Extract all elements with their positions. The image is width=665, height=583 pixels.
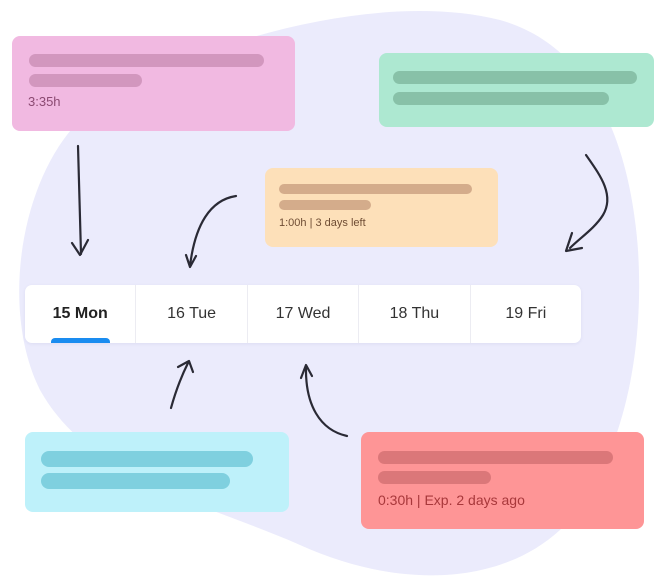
active-tab-indicator bbox=[51, 338, 110, 343]
tab-label: 16 Tue bbox=[167, 305, 217, 322]
title-placeholder-bar bbox=[41, 451, 253, 467]
subtitle-placeholder-bar bbox=[279, 200, 371, 210]
task-duration: 3:35h bbox=[28, 94, 61, 109]
tab-label: 19 Fri bbox=[505, 305, 547, 322]
task-duration: 1:00h | 3 days left bbox=[279, 217, 366, 229]
day-tabs: 15 Mon 16 Tue 17 Wed 18 Thu 19 Fri bbox=[25, 285, 581, 343]
tab-18-thu[interactable]: 18 Thu bbox=[358, 285, 469, 343]
tab-label: 17 Wed bbox=[275, 305, 331, 322]
tab-15-mon[interactable]: 15 Mon bbox=[25, 285, 135, 343]
tab-label: 18 Thu bbox=[389, 305, 440, 322]
task-card-green[interactable] bbox=[379, 53, 654, 127]
tab-19-fri[interactable]: 19 Fri bbox=[469, 285, 581, 343]
tab-16-tue[interactable]: 16 Tue bbox=[135, 285, 246, 343]
subtitle-placeholder-bar bbox=[29, 74, 142, 87]
task-duration: 0:30h | Exp. 2 days ago bbox=[378, 492, 525, 508]
title-placeholder-bar bbox=[378, 451, 613, 464]
task-card-cyan[interactable] bbox=[25, 432, 289, 512]
task-card-pink[interactable]: 3:35h bbox=[12, 36, 295, 131]
subtitle-placeholder-bar bbox=[41, 473, 230, 489]
title-placeholder-bar bbox=[279, 184, 472, 194]
title-placeholder-bar bbox=[393, 71, 637, 84]
task-card-red[interactable]: 0:30h | Exp. 2 days ago bbox=[361, 432, 644, 529]
task-card-orange[interactable]: 1:00h | 3 days left bbox=[265, 168, 498, 247]
tab-label: 15 Mon bbox=[52, 305, 108, 322]
title-placeholder-bar bbox=[29, 54, 264, 67]
subtitle-placeholder-bar bbox=[393, 92, 609, 105]
subtitle-placeholder-bar bbox=[378, 471, 491, 484]
tab-17-wed[interactable]: 17 Wed bbox=[246, 285, 358, 343]
